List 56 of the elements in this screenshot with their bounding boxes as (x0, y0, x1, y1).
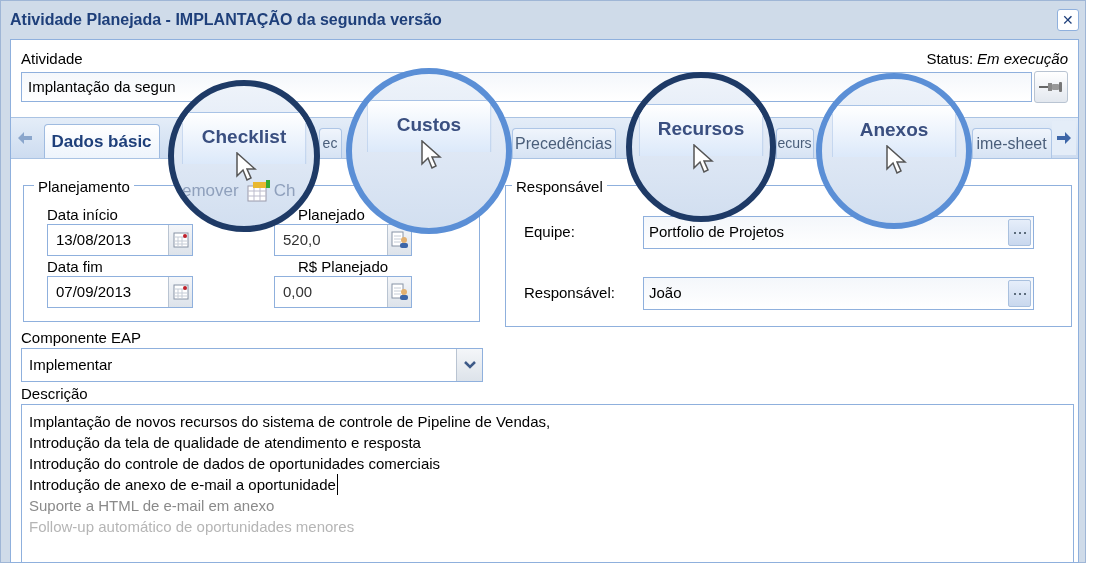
field-label: R$ Planejado (298, 257, 389, 276)
cursor-icon (886, 145, 908, 177)
status-value: Em execução (977, 48, 1068, 69)
text-line: Introdução do controle de dados de oportunidades comerciais (29, 454, 441, 474)
field-label: Responsável: (524, 283, 616, 304)
field-value: João (648, 283, 682, 304)
text-line: Suporte a HTML de e-mail em anexo (29, 496, 275, 516)
field-label: Data fim (47, 257, 103, 276)
calendar-icon[interactable] (172, 232, 189, 248)
toolbar-label: Ch (273, 180, 296, 202)
field-value: 0,00 (282, 281, 313, 302)
text-line: Implantação de novos recursos do sistema de controle de Pipeline de Vendas, (29, 412, 551, 432)
calculator-person-icon[interactable] (390, 231, 409, 249)
tab[interactable]: Dados básic (43, 124, 160, 158)
field-value: Portfolio de Projetos (648, 222, 785, 243)
description-field[interactable] (21, 404, 1074, 562)
caret-icon[interactable] (463, 361, 476, 369)
date-field[interactable]: 13/08/2013 (47, 224, 193, 256)
text-line: Follow-up automático de oportunidades menores (29, 517, 355, 537)
field-value: 520,0 (282, 229, 321, 250)
dropdown[interactable]: Implementar (21, 348, 483, 382)
field-label: Atividade (21, 48, 83, 69)
text-line: Introdução da tela de qualidade de atendimento e resposta (29, 433, 421, 453)
status-label: Status: (926, 48, 974, 69)
cursor-icon (693, 144, 715, 176)
field-value: Implantação da segun (28, 76, 176, 97)
tab[interactable]: ecurs (775, 128, 814, 158)
pin-button[interactable] (1034, 71, 1068, 103)
cursor-icon (236, 152, 258, 184)
window-title: Atividade Planejada - IMPLANTAÇÃO da segunda versão (10, 9, 442, 30)
close-button[interactable]: ✕ (1057, 9, 1079, 31)
calendar-icon[interactable] (172, 284, 189, 300)
toolbar-label: emover (182, 180, 239, 202)
tab[interactable]: ec (318, 128, 342, 158)
lookup-field[interactable]: Portfolio de Projetos (643, 216, 1034, 249)
field-label: Descrição (21, 384, 88, 404)
tab[interactable]: ime-sheet (971, 128, 1052, 158)
field-label: Componente EAP (21, 328, 142, 348)
more-icon[interactable] (1012, 230, 1027, 235)
field-value: 13/08/2013 (55, 229, 132, 250)
number-field[interactable]: 0,00 (274, 276, 412, 308)
field-label: Planejado (298, 205, 365, 224)
cursor-icon (421, 140, 443, 172)
more-icon[interactable] (1012, 291, 1027, 296)
field-value: 07/09/2013 (55, 281, 132, 302)
spreadsheet-icon[interactable] (246, 179, 271, 202)
pin-icon (1039, 81, 1064, 93)
lookup-field[interactable]: João (643, 277, 1034, 310)
text-line: Introdução de anexo de e-mail a oportunidade (29, 474, 338, 495)
field-label: Equipe: (524, 222, 576, 243)
tab[interactable]: Precedências (511, 128, 616, 158)
field-label: Data início (47, 205, 118, 224)
right-arrow-icon[interactable] (1056, 132, 1071, 144)
date-field[interactable]: 07/09/2013 (47, 276, 193, 308)
field-value: Implementar (28, 354, 113, 375)
calculator-person-icon[interactable] (390, 283, 409, 301)
